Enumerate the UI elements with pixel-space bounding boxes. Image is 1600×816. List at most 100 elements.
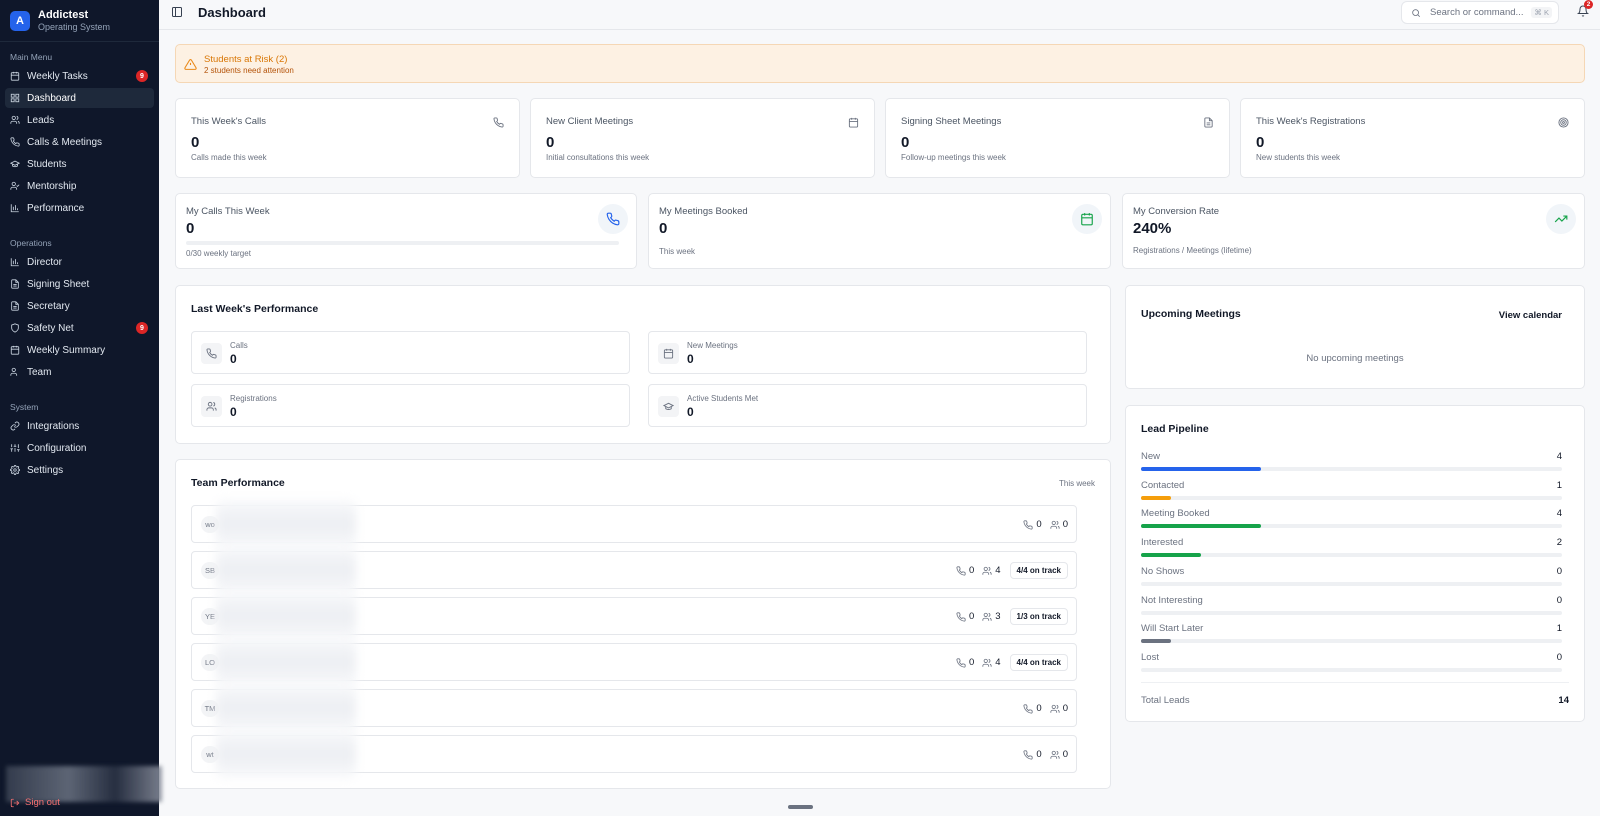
phone-icon-badge [598, 204, 628, 234]
stage-label: Contacted [1141, 479, 1185, 491]
search-box[interactable]: ⌘ K [1401, 1, 1559, 24]
section-title: Upcoming Meetings [1141, 308, 1241, 320]
team-stats: 0 4 4/4 on track [948, 654, 1068, 671]
sidebar-item-calls-meetings[interactable]: Calls & Meetings [5, 132, 154, 152]
stage-bar-track [1141, 610, 1562, 615]
brand[interactable]: A Addictest Operating System [0, 0, 159, 42]
stage-count: 1 [1556, 479, 1562, 491]
team-row[interactable]: LO 0 4 4/4 on track [191, 638, 1077, 686]
top-bar: Dashboard ⌘ K 2 [159, 0, 1600, 30]
sidebar-item-performance[interactable]: Performance [5, 198, 154, 218]
team-row[interactable]: wo 0 0 [191, 500, 1077, 548]
team-row[interactable]: YE 0 3 1/3 on track [191, 592, 1077, 640]
on-track-badge: 1/3 on track [1009, 608, 1068, 625]
stage-bar-fill [1141, 524, 1262, 529]
sign-out-button[interactable]: Sign out [10, 797, 60, 808]
stat-label: My Conversion Rate [1133, 206, 1220, 217]
stat-card-new-client-meetings: New Client Meetings 0 Initial consultati… [530, 98, 875, 178]
file-icon [11, 301, 19, 311]
users-icon [1050, 520, 1060, 529]
section-title: Team Performance [191, 477, 285, 489]
sidebar-item-label: Mentorship [27, 180, 77, 192]
sidebar-item-label: Performance [27, 202, 85, 214]
stage-bar-fill [1141, 495, 1171, 500]
bar-chart-icon [10, 258, 19, 267]
sidebar-item-students[interactable]: Students [5, 154, 154, 174]
nav-section-operations: Operations [10, 238, 52, 248]
phone-icon [956, 611, 966, 622]
page-title: Dashboard [198, 5, 266, 20]
stage-bar-track [1141, 581, 1562, 586]
stat-label: Signing Sheet Meetings [901, 116, 1002, 127]
team-stats: 0 0 [1015, 746, 1068, 763]
last-week-active-students: Active Students Met 0 [648, 384, 1087, 427]
graduation-cap-icon-box [658, 396, 679, 417]
phone-icon [956, 565, 966, 576]
sidebar-badge: 9 [136, 70, 148, 82]
sidebar-item-label: Configuration [27, 442, 87, 454]
metric-value: 0 [230, 352, 237, 366]
last-week-registrations: Registrations 0 [191, 384, 630, 427]
students-at-risk-alert[interactable]: Students at Risk (2) 2 students need att… [175, 44, 1585, 83]
calls-count: 0 [968, 657, 975, 668]
team-row[interactable]: wt 0 0 [191, 730, 1077, 778]
metric-label: New Meetings [687, 341, 738, 350]
shield-icon [11, 323, 19, 333]
last-week-calls: Calls 0 [191, 331, 630, 374]
users-icon [1050, 750, 1060, 759]
stage-label: Meeting Booked [1141, 508, 1210, 520]
sidebar-item-label: Signing Sheet [27, 278, 90, 290]
sidebar-item-weekly-tasks[interactable]: Weekly Tasks 9 [5, 66, 154, 86]
meetings-count: 0 [1062, 703, 1068, 714]
sidebar-item-secretary[interactable]: Secretary [5, 296, 154, 316]
sidebar-item-team[interactable]: Team [5, 362, 154, 382]
team-member-name-blurred [216, 546, 356, 594]
stage-label: Interested [1141, 537, 1184, 549]
sidebar-item-settings[interactable]: Settings [5, 460, 154, 480]
file-icon [1204, 117, 1213, 128]
sidebar-item-mentorship[interactable]: Mentorship [5, 176, 154, 196]
team-member-name-blurred [216, 730, 356, 778]
search-input[interactable] [1430, 7, 1538, 18]
team-row[interactable]: TM 0 0 [191, 684, 1077, 732]
phone-icon-box [201, 343, 222, 364]
sidebar-toggle-icon[interactable] [171, 6, 183, 18]
stage-label: Lost [1141, 651, 1159, 663]
stage-bar-track [1141, 667, 1562, 672]
sign-out-label: Sign out [25, 797, 60, 808]
meetings-count: 3 [995, 611, 1001, 622]
sidebar-item-label: Leads [27, 114, 55, 126]
metric-value: 0 [230, 405, 237, 419]
stage-bar-track [1141, 639, 1562, 644]
sidebar-item-weekly-summary[interactable]: Weekly Summary [5, 340, 154, 360]
users-icon [982, 612, 992, 621]
team-stats: 0 3 1/3 on track [948, 608, 1068, 625]
metric-label: Active Students Met [687, 394, 759, 403]
sidebar-item-director[interactable]: Director [5, 252, 154, 272]
sidebar-item-signing-sheet[interactable]: Signing Sheet [5, 274, 154, 294]
meetings-count: 0 [1062, 519, 1068, 530]
sidebar-item-safety-net[interactable]: Safety Net 9 [5, 318, 154, 338]
view-calendar-button[interactable]: View calendar [1499, 310, 1562, 321]
stage-bar-track [1141, 495, 1562, 500]
sidebar-item-integrations[interactable]: Integrations [5, 416, 154, 436]
stage-count: 4 [1556, 451, 1562, 462]
sidebar-item-dashboard[interactable]: Dashboard [5, 88, 154, 108]
phone-icon [1023, 749, 1033, 760]
stat-value: 0 [659, 220, 668, 237]
sidebar-item-configuration[interactable]: Configuration [5, 438, 154, 458]
upcoming-meetings-card: Upcoming Meetings View calendar No upcom… [1125, 285, 1585, 389]
phone-icon [956, 657, 966, 668]
sidebar-item-label: Settings [27, 464, 64, 476]
lead-pipeline-card: Lead Pipeline New 4 Contacted 1 Meeting Book… [1125, 405, 1585, 722]
users-icon-box [201, 396, 222, 417]
sidebar-item-label: Integrations [27, 420, 80, 432]
calendar-icon [10, 71, 20, 81]
stat-value: 0 [186, 220, 195, 237]
meetings-count: 4 [995, 565, 1001, 576]
calendar-icon-badge [1072, 204, 1102, 234]
team-row[interactable]: SB 0 4 4/4 on track [191, 546, 1077, 594]
sidebar-item-leads[interactable]: Leads [5, 110, 154, 130]
stage-count: 4 [1556, 508, 1562, 520]
scroll-handle[interactable] [788, 805, 813, 809]
